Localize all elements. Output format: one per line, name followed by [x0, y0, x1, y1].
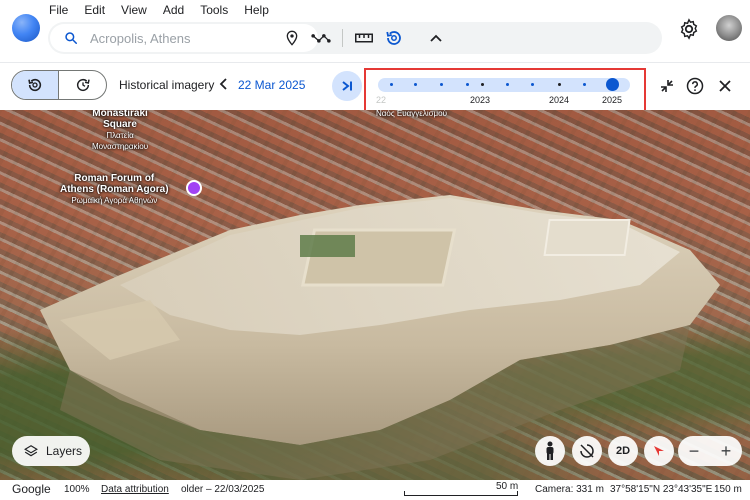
history-mode-toggle — [11, 70, 107, 100]
menu-tools[interactable]: Tools — [199, 1, 239, 19]
map-label-roman-agora[interactable]: Roman Forum of Athens (Roman Agora) Ρωμα… — [60, 173, 169, 206]
history-mode-button[interactable] — [12, 71, 60, 99]
chevron-left-icon[interactable] — [216, 76, 232, 92]
imagery-date[interactable]: 22 Mar 2025 — [238, 78, 305, 92]
google-earth-logo-icon[interactable] — [12, 14, 40, 42]
street-view-button[interactable] — [535, 436, 565, 466]
menu-help[interactable]: Help — [243, 1, 280, 19]
map-label-text: Ρωμαϊκή Αγορά Αθηνών — [71, 196, 158, 205]
chevron-up-icon[interactable] — [426, 28, 446, 48]
path-icon[interactable] — [311, 28, 331, 48]
map-label-text: Athens (Roman Agora) — [60, 184, 169, 195]
menu-file[interactable]: File — [48, 1, 79, 19]
timeline-year-2025: 2025 — [602, 95, 623, 105]
coordinates: 37°58'15"N 23°43'35"E — [610, 484, 713, 495]
toggle-2d-button[interactable]: 2D — [608, 436, 638, 466]
history-icon — [28, 78, 42, 92]
timeline-tick[interactable] — [390, 83, 393, 86]
layers-button[interactable]: Layers — [12, 436, 90, 466]
timeline-tick[interactable] — [481, 83, 484, 86]
timeline-tick[interactable] — [414, 83, 417, 86]
museum-poi-icon[interactable] — [186, 180, 202, 196]
collapse-icon[interactable] — [656, 75, 678, 97]
data-attribution-link[interactable]: Data attribution — [101, 484, 169, 495]
menu-add[interactable]: Add — [162, 1, 195, 19]
layers-label: Layers — [46, 444, 83, 458]
imagery-date-status: older – 22/03/2025 — [181, 484, 265, 495]
elevation: 150 m — [714, 484, 742, 495]
timeline-edge-label: 22 — [376, 95, 387, 105]
top-bar: File Edit View Add Tools Help — [0, 0, 750, 62]
acropolis-rock — [40, 195, 720, 480]
pegman-icon — [546, 441, 554, 460]
rotate-off-button[interactable] — [572, 436, 602, 466]
map-label-text: Μοναστηρακίου — [92, 142, 149, 151]
search-input[interactable] — [90, 29, 310, 47]
historical-imagery-bar: Historical imagery 22 Mar 2025 22 2023 2… — [0, 62, 750, 113]
menu-bar: File Edit View Add Tools Help — [48, 1, 284, 19]
timeline-year-2023: 2023 — [470, 95, 491, 105]
gear-icon[interactable] — [678, 18, 700, 40]
timeline-tick[interactable] — [440, 83, 443, 86]
google-logo: Google — [12, 482, 51, 496]
ruler-icon[interactable] — [354, 28, 374, 48]
skip-next-icon — [342, 81, 352, 91]
map-label-text: Roman Forum of — [74, 173, 155, 184]
search-toolbar — [48, 22, 662, 54]
pin-icon[interactable] — [282, 28, 302, 48]
map-label-street[interactable]: Ναός Ευαγγελισμού — [376, 110, 447, 118]
skip-to-latest-button[interactable] — [332, 71, 362, 101]
timeline-tick[interactable] — [558, 83, 561, 86]
zoom-out-button[interactable]: − — [689, 441, 700, 462]
layers-icon — [24, 445, 38, 457]
historical-imagery-label: Historical imagery — [119, 78, 215, 92]
status-bar: Google 100% Data attribution older – 22/… — [0, 480, 750, 500]
timeline-slider[interactable] — [378, 78, 630, 92]
timeline-year-2024: 2024 — [549, 95, 570, 105]
timelapse-mode-button[interactable] — [59, 71, 106, 99]
map-label-text: Monastiraki — [92, 110, 148, 119]
menu-edit[interactable]: Edit — [83, 1, 116, 19]
help-icon[interactable] — [684, 75, 706, 97]
search-box — [50, 24, 318, 52]
camera-altitude: Camera: 331 m — [535, 484, 604, 495]
compass-icon — [654, 446, 664, 456]
3d-map-view[interactable]: Monastiraki Square Πλατεία Μοναστηρακίου… — [0, 110, 750, 480]
scale-label: 50 m — [496, 481, 519, 492]
map-label-text: Πλατεία — [106, 131, 134, 140]
timeline-handle[interactable] — [606, 78, 619, 91]
search-icon[interactable] — [64, 31, 78, 45]
timeline-tick[interactable] — [531, 83, 534, 86]
zoom-level: 100% — [64, 484, 90, 495]
timeline-tick[interactable] — [506, 83, 509, 86]
toolbar-divider — [342, 29, 343, 47]
compass-button[interactable] — [644, 436, 674, 466]
avatar[interactable] — [716, 15, 742, 41]
timeline-tick[interactable] — [466, 83, 469, 86]
close-icon[interactable] — [714, 75, 736, 97]
history-icon[interactable] — [384, 28, 404, 48]
zoom-in-button[interactable]: + — [721, 441, 732, 462]
timeline-tick[interactable] — [583, 83, 586, 86]
timeline-highlight: 22 2023 2024 2025 — [364, 68, 646, 113]
zoom-controls: − + — [678, 436, 742, 466]
rotate-off-icon — [580, 444, 594, 458]
map-label-monastiraki[interactable]: Monastiraki Square Πλατεία Μοναστηρακίου — [92, 110, 148, 152]
menu-view[interactable]: View — [120, 1, 158, 19]
map-label-text: Square — [103, 119, 137, 130]
clock-refresh-icon — [76, 78, 90, 92]
